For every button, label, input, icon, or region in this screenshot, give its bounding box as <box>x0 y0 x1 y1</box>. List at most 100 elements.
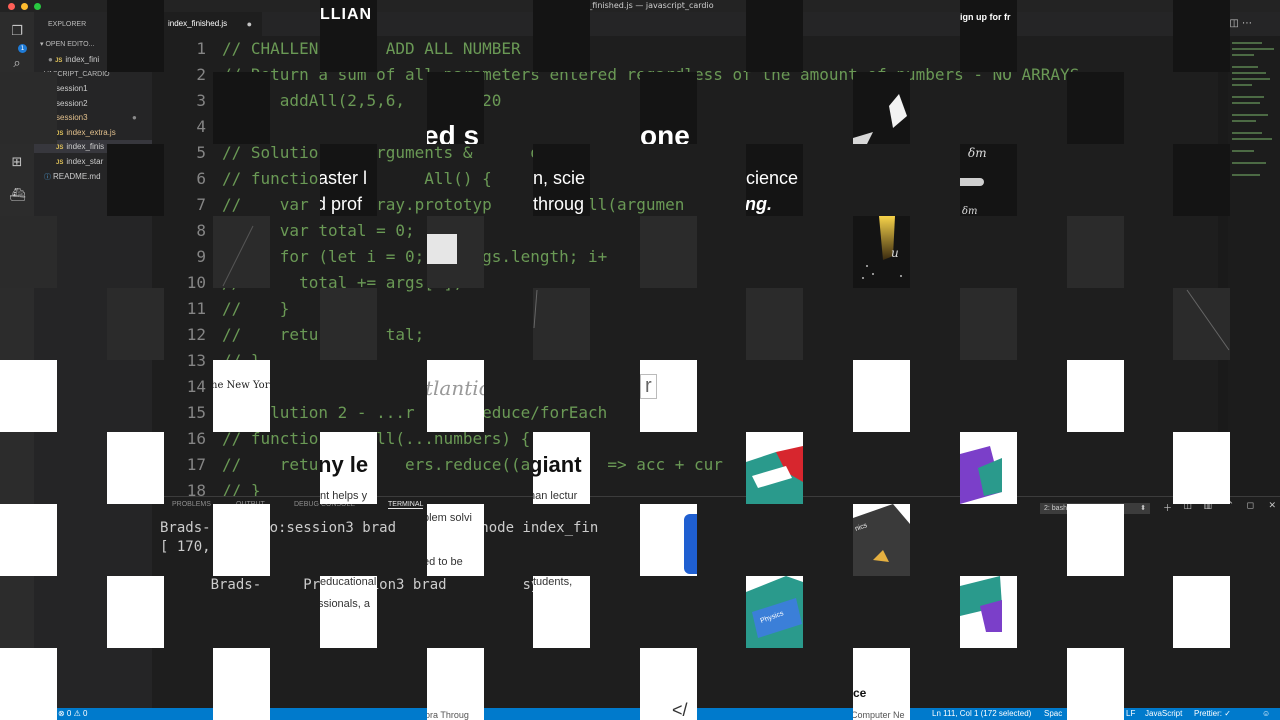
docker-icon[interactable]: ⛴ <box>9 188 26 204</box>
overlay-tile <box>213 504 270 576</box>
minimap-line <box>1232 132 1262 134</box>
overlay-tile <box>1173 576 1230 648</box>
overlay-tile: tudents, <box>533 576 590 648</box>
overlay-tile: u <box>853 216 910 288</box>
split-editor-icon[interactable]: ◫ ⋯ <box>1229 18 1252 29</box>
info-icon: ⓘ <box>44 174 53 181</box>
body-fragment: nt helps y <box>320 490 368 502</box>
white-square-shape <box>427 234 457 264</box>
overlay-tile <box>107 432 164 504</box>
code-text: // Solutio S5 arguments & oop <box>222 143 560 162</box>
problems-status[interactable]: ⊗ 0 ⚠ 0 <box>58 708 87 720</box>
body-fragment: educational <box>320 576 377 588</box>
tab-problems[interactable]: PROBLEMS <box>172 501 211 508</box>
code-line: 1// CHALLEN ADD ALL NUMBER <box>152 36 1232 62</box>
overlay-tile <box>0 360 57 432</box>
language-mode[interactable]: JavaScript <box>1145 708 1182 720</box>
close-panel-icon[interactable]: ✕ <box>1268 501 1276 511</box>
overlay-tile <box>960 288 1017 360</box>
overlay-tile <box>1173 144 1230 216</box>
overlay-tile: ce Computer Ne <box>853 648 910 720</box>
overlay-tile: δm δm <box>960 144 1017 216</box>
body-fragment: han lectur <box>533 490 578 502</box>
subheading-fragment: n, scie <box>533 168 586 188</box>
overlay-tile: cience ing. <box>746 144 803 216</box>
overlay-tile <box>0 72 57 144</box>
overlay-tile <box>853 72 910 144</box>
terminal-select-value: 2: bash <box>1044 505 1067 512</box>
close-window-icon[interactable] <box>8 3 15 10</box>
overlay-tile <box>1067 648 1124 720</box>
overlay-tile <box>960 432 1017 504</box>
overlay-tile <box>107 0 164 72</box>
extensions-icon[interactable]: ⊞ <box>9 155 25 171</box>
line-number: 9 <box>196 247 206 266</box>
overlay-tile: </ <box>640 648 697 720</box>
code-line: 11// } <box>152 296 1232 322</box>
prettier-status[interactable]: Prettier: ✓ <box>1194 708 1231 720</box>
modified-dot-icon: ● <box>132 113 137 122</box>
overlay-tile <box>213 216 270 288</box>
tab-index-finished[interactable]: index_finished.js ● <box>152 12 262 36</box>
tab-terminal[interactable]: TERMINAL <box>388 501 424 509</box>
eol-status[interactable]: LF <box>1126 708 1135 720</box>
body-fragment: blem solvi <box>427 512 472 524</box>
overlay-tile <box>533 0 590 72</box>
smiley-icon[interactable]: ☺ <box>1262 708 1270 720</box>
unsaved-dot-icon: ● <box>48 55 56 64</box>
minimap-line <box>1232 174 1260 176</box>
files-icon[interactable]: ❐ <box>9 24 25 40</box>
overlay-tile: giant han lectur <box>533 432 590 504</box>
add-terminal-icon[interactable]: ＋ <box>1163 501 1172 514</box>
minimap-line <box>1232 66 1258 68</box>
restore-panel-icon[interactable]: ◻ <box>1247 501 1254 511</box>
indentation-status[interactable]: Spac <box>1044 708 1062 720</box>
minimap[interactable] <box>1228 36 1280 496</box>
math-fragment: δm <box>968 146 987 160</box>
code-line: 7// var Array.prototyp ce.call(argumen <box>152 192 1232 218</box>
code-line: 18// } <box>152 478 1232 496</box>
minimap-line <box>1232 54 1254 56</box>
sidebar-item-label: session2 <box>56 99 88 108</box>
overlay-tile <box>746 432 803 504</box>
body-fragment: ce <box>853 686 867 700</box>
overlay-tile <box>960 576 1017 648</box>
overlay-tile <box>853 360 910 432</box>
body-fragment: tudents, <box>533 576 573 588</box>
overlay-tile: ed s <box>427 72 484 144</box>
textbook-illustration <box>853 504 910 576</box>
code-text: // } <box>222 481 261 496</box>
subheading-fragment: throug <box>533 194 585 214</box>
code-text: // } <box>222 299 290 318</box>
overlay-tile: he New York <box>213 360 270 432</box>
line-number: 14 <box>186 377 206 396</box>
search-icon[interactable]: ⌕ <box>9 56 25 72</box>
screen: index_finished.js — javascript_cardio ❐ … <box>0 0 1280 720</box>
signup-fragment[interactable]: ign up for fr <box>960 12 1011 22</box>
unsaved-dot-icon[interactable]: ● <box>247 12 252 36</box>
maximize-window-icon[interactable] <box>34 3 41 10</box>
body-fragment: ora Throug <box>427 710 469 720</box>
overlay-tile <box>0 216 57 288</box>
brand-fragment: LLIAN <box>320 6 373 23</box>
editor-scrollbar[interactable] <box>1218 36 1228 496</box>
minimize-window-icon[interactable] <box>21 3 28 10</box>
code-text: // Solution 2 - ...r reduce/forEach <box>222 403 608 422</box>
minimap-line <box>1232 42 1262 44</box>
overlay-tile <box>0 648 57 720</box>
overlay-tile <box>107 144 164 216</box>
app-card-illustration <box>960 576 1002 632</box>
code-tag-icon: </ <box>672 700 688 720</box>
open-editor-label: index_fini <box>65 55 100 64</box>
subheading-fragment: cience <box>746 168 799 188</box>
atlantic-logo: tlantic <box>427 376 484 400</box>
cursor-position[interactable]: Ln 111, Col 1 (172 selected) <box>932 708 1031 720</box>
app-card-illustration <box>960 446 1002 504</box>
body-fragment: ed to be <box>427 556 463 568</box>
overlay-tile <box>0 504 57 576</box>
js-file-icon: JS <box>56 145 64 151</box>
sidebar-item-label: index_star <box>66 157 104 166</box>
subheading-fragment: aster l <box>320 168 368 188</box>
minimap-line <box>1232 150 1254 152</box>
js-file-icon: JS <box>55 58 63 64</box>
